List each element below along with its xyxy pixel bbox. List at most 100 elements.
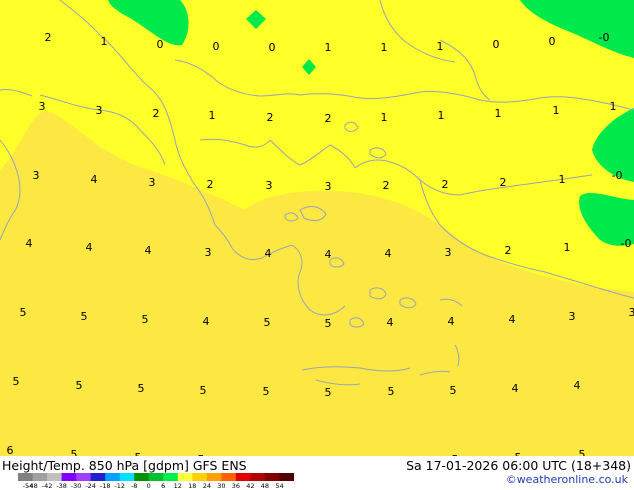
temp-label: 3 xyxy=(325,180,332,193)
temp-label: 5 xyxy=(81,310,88,323)
temp-label: 0 xyxy=(157,38,164,51)
temp-label: 6 xyxy=(7,444,14,456)
temp-label: 1 xyxy=(495,107,502,120)
map-title: Height/Temp. 850 hPa [gdpm] GFS ENS xyxy=(2,458,247,473)
colorbar xyxy=(18,473,294,481)
colorbar-swatch xyxy=(18,473,34,481)
colorbar-tick-label: -24 xyxy=(85,482,96,490)
temp-label: 5 xyxy=(76,379,83,392)
colorbar-swatch xyxy=(206,473,222,481)
temp-label: 4 xyxy=(448,315,455,328)
colorbar-tick-label: 48 xyxy=(260,482,270,490)
temp-label: 1 xyxy=(209,109,216,122)
temp-label: 1 xyxy=(564,241,571,254)
temp-label: 3 xyxy=(569,310,576,323)
colorbar-swatch xyxy=(264,473,280,481)
colorbar-tick-label: 12 xyxy=(173,482,182,490)
temp-label: 3 xyxy=(33,169,40,182)
map-canvas: 2 1 0 0 0 1 1 1 0 0 -0 3 3 2 1 2 2 1 1 1 1 1 3 4 3 2 3 3 2 2 2 1 -0 4 4 4 3 4… xyxy=(0,0,634,456)
temp-label: -0 xyxy=(612,169,623,182)
temp-label: 4 xyxy=(26,237,33,250)
temp-label: 3 xyxy=(96,104,103,117)
colorbar-tick-label: -8 xyxy=(130,482,138,490)
colorbar-swatch xyxy=(148,473,164,481)
temp-label: 1 xyxy=(437,40,444,53)
colorbar-swatch xyxy=(221,473,237,481)
valid-time: Sa 17-01-2026 06:00 UTC (18+348) xyxy=(406,458,631,473)
temp-label: 3 xyxy=(205,246,212,259)
temp-label: 5 xyxy=(263,385,270,398)
temp-label: 4 xyxy=(509,313,516,326)
credit-link[interactable]: ©weatheronline.co.uk xyxy=(506,473,628,486)
colorbar-swatch xyxy=(119,473,135,481)
colorbar-swatch xyxy=(192,473,208,481)
temp-label: 3 xyxy=(39,100,46,113)
colorbar-tick-label: 18 xyxy=(188,482,197,490)
colorbar-swatch xyxy=(61,473,77,481)
temp-label: 5 xyxy=(388,385,395,398)
temp-label: 2 xyxy=(207,178,214,191)
temp-label: 5 xyxy=(200,384,207,397)
temp-label: 0 xyxy=(213,40,220,53)
temp-label: 0 xyxy=(269,41,276,54)
temp-label: 3 xyxy=(445,246,452,259)
temp-label: 5 xyxy=(142,313,149,326)
colorbar-tick-label: 24 xyxy=(202,482,211,490)
colorbar-tick-label: -42 xyxy=(41,482,53,490)
colorbar-tick-label: 36 xyxy=(231,482,241,490)
temp-label: 1 xyxy=(101,35,108,48)
footer-bar: Height/Temp. 850 hPa [gdpm] GFS ENS Sa 1… xyxy=(0,456,634,490)
temp-label: 3 xyxy=(266,179,273,192)
temp-label: 1 xyxy=(553,104,560,117)
colorbar-tick-label: 0 xyxy=(146,482,151,490)
temp-label: 5 xyxy=(450,384,457,397)
temp-label: 5 xyxy=(138,382,145,395)
temp-label: 5 xyxy=(71,448,78,456)
colorbar-swatch xyxy=(250,473,266,481)
colorbar-ticks: -54 -48 -42 -38 -30 -24 -18 -12 -8 0 6 12 18 24 30 36 42… xyxy=(18,482,308,490)
temp-label: 1 xyxy=(325,41,332,54)
temp-label: 4 xyxy=(387,316,394,329)
colorbar-swatch xyxy=(235,473,251,481)
colorbar-swatch xyxy=(279,473,294,481)
temp-label: 2 xyxy=(442,178,449,191)
temp-label: 1 xyxy=(381,111,388,124)
temp-label: 3 xyxy=(629,306,634,319)
temp-label: 5 xyxy=(325,317,332,330)
temp-label: 5 xyxy=(13,375,20,388)
temp-label: 5 xyxy=(579,448,586,456)
colorbar-swatch xyxy=(47,473,63,481)
temp-label: 4 xyxy=(86,241,93,254)
weather-map: 2 1 0 0 0 1 1 1 0 0 -0 3 3 2 1 2 2 1 1 1 1 1 3 4 3 2 3 3 2 2 2 1 -0 4 4 4 3 4… xyxy=(0,0,634,456)
colorbar-tick-label: -30 xyxy=(70,482,82,490)
temp-label: 5 xyxy=(325,386,332,399)
colorbar-tick-label: -48 xyxy=(27,482,38,490)
temp-label: 4 xyxy=(91,173,98,186)
temp-label: 4 xyxy=(574,379,581,392)
colorbar-swatch xyxy=(90,473,106,481)
temp-label: 4 xyxy=(385,247,392,260)
temp-label: 1 xyxy=(559,173,566,186)
colorbar-tick-label: 30 xyxy=(217,482,226,490)
temp-label: -0 xyxy=(621,237,632,250)
temp-label: 2 xyxy=(500,176,507,189)
temp-label: 3 xyxy=(149,176,156,189)
temp-label: -0 xyxy=(599,31,610,44)
colorbar-swatch xyxy=(163,473,179,481)
temp-label: 1 xyxy=(438,109,445,122)
colorbar-swatch xyxy=(177,473,193,481)
temp-label: 5 xyxy=(20,306,27,319)
temp-label: 5 xyxy=(264,316,271,329)
temp-label: 1 xyxy=(610,100,617,113)
temp-label: 4 xyxy=(512,382,519,395)
temp-label: 4 xyxy=(325,248,332,261)
colorbar-swatch xyxy=(76,473,92,481)
colorbar-tick-label: -38 xyxy=(56,482,67,490)
colorbar-tick-label: 42 xyxy=(246,482,255,490)
colorbar-tick-label: 54 xyxy=(275,482,284,490)
temp-label: 0 xyxy=(493,38,500,51)
colorbar-tick-label: -12 xyxy=(114,482,125,490)
temp-label: 4 xyxy=(265,247,272,260)
temp-label: 4 xyxy=(145,244,152,257)
temp-label: 0 xyxy=(549,35,556,48)
